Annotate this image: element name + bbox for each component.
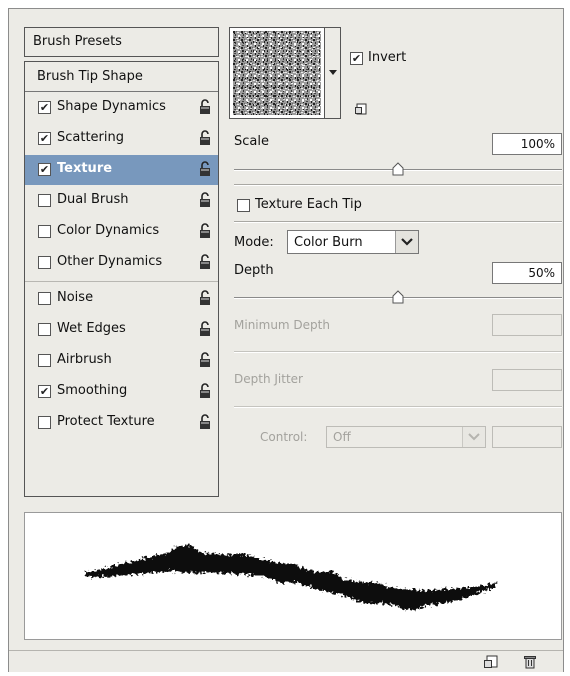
control-value: Off <box>333 430 351 444</box>
option-label: Shape Dynamics <box>57 99 166 114</box>
depth-jitter-label: Depth Jitter <box>234 372 303 386</box>
option-label: Smoothing <box>57 383 128 398</box>
texture-pattern-image <box>233 31 321 115</box>
scale-label: Scale <box>234 134 269 149</box>
minimum-depth-input[interactable] <box>492 314 562 336</box>
option-airbrush[interactable]: Airbrush <box>25 346 218 375</box>
noise-checkbox[interactable] <box>38 292 51 305</box>
mode-label: Mode: <box>234 235 274 250</box>
option-dual-brush[interactable]: Dual Brush <box>25 186 218 215</box>
lock-icon[interactable] <box>198 254 212 270</box>
mode-value: Color Burn <box>294 235 363 250</box>
airbrush-checkbox[interactable] <box>38 354 51 367</box>
texture-each-tip-label: Texture Each Tip <box>255 197 362 212</box>
option-color-dynamics[interactable]: Color Dynamics <box>25 217 218 246</box>
control-label: Control: <box>260 430 308 444</box>
lock-icon[interactable] <box>198 321 212 337</box>
new-preset-icon[interactable] <box>484 655 498 669</box>
scale-input[interactable]: 100% <box>492 133 562 155</box>
option-protect-texture[interactable]: Protect Texture <box>25 408 218 437</box>
brush-stroke-image <box>85 545 495 610</box>
scale-slider-thumb[interactable] <box>391 162 405 176</box>
chevron-down-icon <box>468 433 480 441</box>
depth-slider-thumb[interactable] <box>391 290 405 304</box>
lock-icon[interactable] <box>198 99 212 115</box>
texture-pattern-swatch[interactable] <box>229 27 325 119</box>
texture-each-tip-checkbox[interactable] <box>237 199 250 212</box>
option-texture[interactable]: ✔ Texture <box>25 155 218 185</box>
lock-icon[interactable] <box>198 414 212 430</box>
lock-icon[interactable] <box>198 192 212 208</box>
panel-footer <box>9 650 563 672</box>
lock-icon[interactable] <box>198 352 212 368</box>
scattering-checkbox[interactable]: ✔ <box>38 132 51 145</box>
lock-icon[interactable] <box>198 130 212 146</box>
divider <box>234 184 562 186</box>
other-dynamics-checkbox[interactable] <box>38 256 51 269</box>
option-smoothing[interactable]: ✔ Smoothing <box>25 377 218 406</box>
option-group-divider <box>25 281 218 282</box>
option-shape-dynamics[interactable]: ✔ Shape Dynamics <box>25 93 218 122</box>
option-label: Other Dynamics <box>57 254 163 269</box>
control-select[interactable]: Off <box>326 426 486 448</box>
brush-stroke-preview <box>24 512 562 640</box>
depth-input[interactable]: 50% <box>492 262 562 284</box>
brush-tip-shape-label: Brush Tip Shape <box>37 69 143 84</box>
brush-options-list: Brush Tip Shape ✔ Shape Dynamics ✔ Scatt… <box>24 61 219 497</box>
new-preset-icon[interactable] <box>355 103 367 115</box>
lock-icon[interactable] <box>198 290 212 306</box>
minimum-depth-slider[interactable] <box>234 351 562 353</box>
option-noise[interactable]: Noise <box>25 284 218 313</box>
option-label: Noise <box>57 290 94 305</box>
mode-dropdown-button[interactable] <box>395 231 418 253</box>
texture-checkbox[interactable]: ✔ <box>38 163 51 176</box>
option-label: Scattering <box>57 130 125 145</box>
shape-dynamics-checkbox[interactable]: ✔ <box>38 101 51 114</box>
texture-picker-dropdown[interactable] <box>325 27 341 119</box>
wet-edges-checkbox[interactable] <box>38 323 51 336</box>
brush-tip-shape-item[interactable]: Brush Tip Shape <box>25 62 218 92</box>
option-label: Dual Brush <box>57 192 129 207</box>
chevron-down-icon <box>329 70 337 75</box>
depth-label: Depth <box>234 263 274 278</box>
dual-brush-checkbox[interactable] <box>38 194 51 207</box>
trash-icon[interactable] <box>523 655 537 669</box>
control-extra-input[interactable] <box>492 426 562 448</box>
minimum-depth-label: Minimum Depth <box>234 318 330 332</box>
option-other-dynamics[interactable]: Other Dynamics <box>25 248 218 277</box>
depth-jitter-slider[interactable] <box>234 406 562 408</box>
smoothing-checkbox[interactable]: ✔ <box>38 385 51 398</box>
divider <box>234 221 562 223</box>
depth-jitter-input[interactable] <box>492 369 562 391</box>
control-dropdown-button[interactable] <box>462 427 485 447</box>
option-wet-edges[interactable]: Wet Edges <box>25 315 218 344</box>
lock-icon[interactable] <box>198 161 212 177</box>
option-label: Protect Texture <box>57 414 155 429</box>
mode-select[interactable]: Color Burn <box>287 230 419 254</box>
lock-icon[interactable] <box>198 223 212 239</box>
brush-presets-button[interactable]: Brush Presets <box>24 27 219 57</box>
color-dynamics-checkbox[interactable] <box>38 225 51 238</box>
option-label: Texture <box>57 161 113 176</box>
option-label: Wet Edges <box>57 321 126 336</box>
option-label: Color Dynamics <box>57 223 160 238</box>
chevron-down-icon <box>401 238 413 246</box>
lock-icon[interactable] <box>198 383 212 399</box>
brush-presets-label: Brush Presets <box>33 34 122 49</box>
option-scattering[interactable]: ✔ Scattering <box>25 124 218 153</box>
invert-label: Invert <box>368 50 407 65</box>
option-label: Airbrush <box>57 352 112 367</box>
protect-texture-checkbox[interactable] <box>38 416 51 429</box>
invert-checkbox[interactable]: ✔ <box>350 52 363 65</box>
